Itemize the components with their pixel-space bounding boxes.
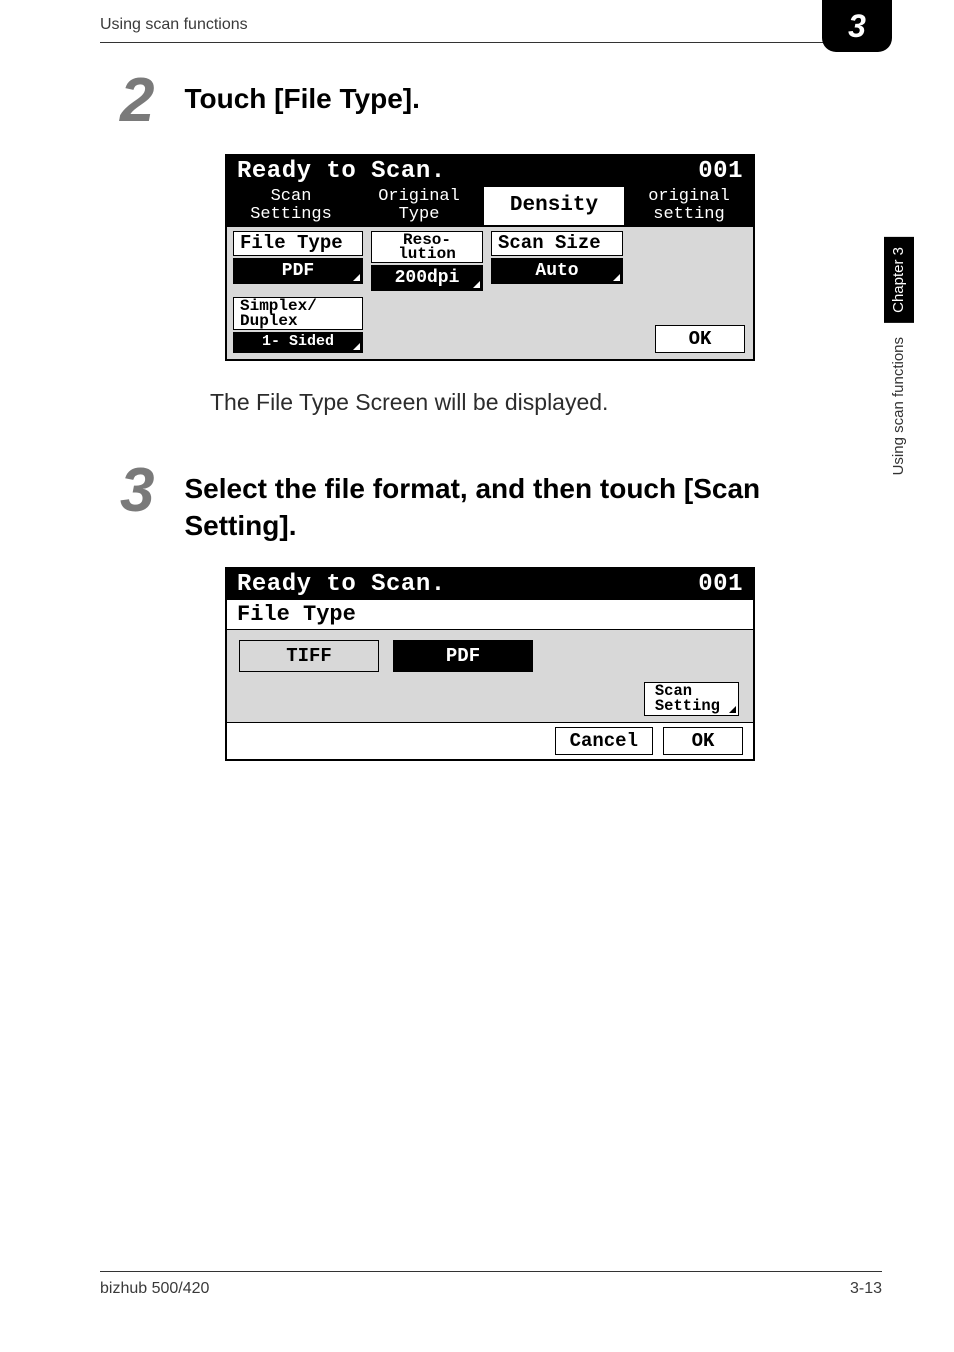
side-tab: Chapter 3 Using scan functions (884, 168, 914, 489)
lcd1-scan-size-value[interactable]: Auto (491, 258, 623, 284)
tab-original-type[interactable]: Original Type (355, 187, 483, 226)
step-2-title: Touch [File Type]. (184, 80, 419, 118)
lcd1-tabs: Scan Settings Original Type Density orig… (227, 187, 753, 227)
lcd1-resolution-value[interactable]: 200dpi (371, 265, 483, 291)
tab-density[interactable]: Density (483, 187, 625, 226)
lcd2-titlebar: Ready to Scan. 001 (227, 569, 753, 600)
step-3-number: 3 (120, 460, 154, 522)
page-footer: bizhub 500/420 3-13 (100, 1271, 882, 1298)
lcd2-subtitle: File Type (227, 600, 753, 630)
tab-scan-settings[interactable]: Scan Settings (227, 187, 355, 226)
lcd1-file-type-label: File Type (233, 231, 363, 256)
lcd2-ok-button[interactable]: OK (663, 727, 743, 755)
lcd-screen-2: Ready to Scan. 001 File Type TIFF PDF Sc… (225, 567, 755, 760)
chapter-badge: 3 (822, 0, 892, 52)
lcd1-title-right: 001 (698, 158, 743, 185)
lcd1-duplex-value[interactable]: 1- Sided (233, 332, 363, 352)
lcd2-cancel-button[interactable]: Cancel (555, 727, 653, 755)
lcd2-option-pdf[interactable]: PDF (393, 640, 533, 672)
lcd1-file-type-value[interactable]: PDF (233, 258, 363, 284)
footer-left: bizhub 500/420 (100, 1280, 209, 1298)
lcd1-body: File Type PDF Reso- lution 200dpi Scan S… (227, 227, 753, 359)
lcd1-title-left: Ready to Scan. (237, 158, 446, 185)
lcd1-scan-size-label: Scan Size (491, 231, 623, 256)
side-tab-chapter: Chapter 3 (884, 237, 914, 323)
tab-original-setting[interactable]: original setting (625, 187, 753, 226)
step-2-number: 2 (120, 70, 154, 132)
footer-right: 3-13 (850, 1280, 882, 1298)
lcd2-title-right: 001 (698, 571, 743, 598)
lcd1-duplex-label: Simplex/ Duplex (233, 297, 363, 330)
step-3-title: Select the file format, and then touch [… (184, 470, 774, 546)
lcd1-titlebar: Ready to Scan. 001 (227, 156, 753, 187)
step-2-after-text: The File Type Screen will be displayed. (210, 389, 954, 416)
lcd1-ok-button[interactable]: OK (655, 325, 745, 353)
lcd2-title-left: Ready to Scan. (237, 571, 446, 598)
lcd2-scan-setting-button[interactable]: Scan Setting (644, 682, 739, 715)
chapter-badge-number: 3 (848, 8, 866, 45)
header-rule (100, 42, 882, 43)
lcd2-body: File Type TIFF PDF Scan Setting Cancel O… (227, 600, 753, 758)
step-3-row: 3 Select the file format, and then touch… (120, 460, 824, 546)
step-2-row: 2 Touch [File Type]. (120, 70, 824, 132)
running-header: Using scan functions (100, 16, 248, 34)
lcd1-resolution-label: Reso- lution (371, 231, 483, 264)
lcd-screen-1: Ready to Scan. 001 Scan Settings Origina… (225, 154, 755, 361)
side-tab-text: Using scan functions (884, 323, 914, 489)
lcd2-option-tiff[interactable]: TIFF (239, 640, 379, 672)
